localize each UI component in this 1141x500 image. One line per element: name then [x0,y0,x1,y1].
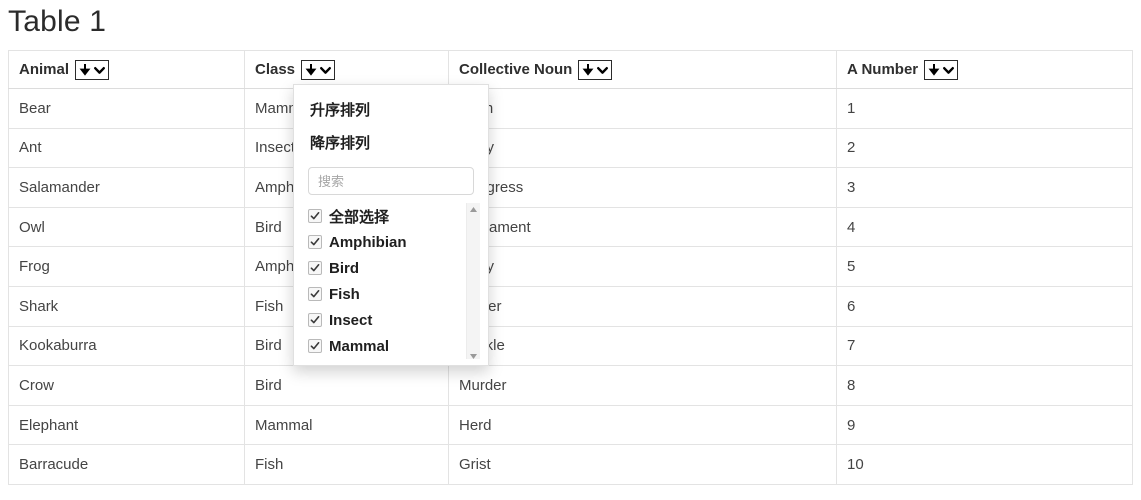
sort-filter-icon-collective-noun[interactable] [578,59,613,80]
filter-option-mammal[interactable]: Mammal [308,333,488,359]
cell-collective-noun: Murder [448,365,837,406]
cell-a-number: 2 [836,127,1133,169]
table-row: Bear Mammal Sloth 1 [8,88,1133,129]
table-row: Ant Insect Army 2 [8,127,1133,169]
sort-ascending-menu-item[interactable]: 升序排列 [294,93,488,126]
cell-collective-noun: Grist [448,444,837,485]
cell-class: Bird [244,365,449,406]
cell-animal: Barracude [8,444,245,485]
filter-option-label: 全部选择 [329,208,390,226]
column-header-a-number[interactable]: A Number [836,50,1133,89]
filter-option-insect[interactable]: Insect [308,307,488,333]
filter-search-input[interactable] [308,167,474,195]
sort-descending-menu-item[interactable]: 降序排列 [294,126,488,159]
cell-animal: Frog [8,246,245,287]
checkbox-checked-icon[interactable] [308,261,322,275]
table-header-row: Animal Class Collective Noun A Number [8,50,1133,89]
cell-animal: Elephant [8,404,245,446]
column-header-animal-label: Animal [19,61,70,78]
cell-collective-noun: Army [448,246,837,287]
cell-animal: Owl [8,206,245,248]
filter-option-label: Mammal [329,337,390,355]
filter-option-label: Insect [329,311,373,329]
filter-list-scrollbar[interactable] [466,203,480,359]
filter-option-list[interactable]: 全部选择 Amphibian Bird Fish Insect Mammal [294,203,488,359]
checkbox-checked-icon[interactable] [308,287,322,301]
sort-filter-icon-class[interactable] [301,59,336,80]
table-row: Crow Bird Murder 8 [8,365,1133,406]
cell-collective-noun: Army [448,127,837,169]
cell-class: Mammal [244,404,449,446]
column-header-collective-noun[interactable]: Collective Noun [448,50,837,89]
checkbox-checked-icon[interactable] [308,209,322,223]
cell-a-number: 3 [836,167,1133,208]
cell-collective-noun: Congress [448,167,837,208]
sort-filter-icon-a-number[interactable] [924,59,959,80]
cell-a-number: 5 [836,246,1133,287]
table-header: Animal Class Collective Noun A Number [8,50,1133,89]
cell-class: Fish [244,444,449,485]
sort-filter-icon-animal[interactable] [75,59,110,80]
table-row: Salamander Amphibian Congress 3 [8,167,1133,208]
triangle-down-icon[interactable] [467,350,480,359]
cell-collective-noun: Sloth [448,88,837,129]
cell-animal: Salamander [8,167,245,208]
column-header-collective-noun-label: Collective Noun [459,61,573,78]
cell-a-number: 4 [836,206,1133,248]
cell-a-number: 10 [836,444,1133,485]
table-row: Frog Amphibian Army 5 [8,246,1133,287]
column-header-a-number-label: A Number [847,61,919,78]
table-container: Animal Class Collective Noun A Number Be… [8,50,1133,485]
checkbox-checked-icon[interactable] [308,339,322,353]
column-filter-dropdown[interactable]: 升序排列 降序排列 全部选择 Amphibian [293,84,489,366]
table-row: Barracude Fish Grist 10 [8,444,1133,485]
column-header-class-label: Class [255,61,296,78]
cell-animal: Ant [8,127,245,169]
filter-option-bird[interactable]: Bird [308,255,488,281]
cell-a-number: 9 [836,404,1133,446]
table-row: Elephant Mammal Herd 9 [8,404,1133,446]
table-row: Shark Fish Shiver 6 [8,285,1133,327]
data-table: Animal Class Collective Noun A Number Be… [8,50,1133,485]
page-title: Table 1 [8,5,107,38]
cell-animal: Crow [8,365,245,406]
filter-search-row [294,159,488,201]
cell-collective-noun: Shiver [448,285,837,327]
cell-collective-noun: Parliament [448,206,837,248]
filter-option-label: Bird [329,259,359,277]
cell-animal: Shark [8,285,245,327]
triangle-up-icon[interactable] [467,203,480,216]
cell-a-number: 6 [836,285,1133,327]
checkbox-checked-icon[interactable] [308,313,322,327]
cell-collective-noun: Cackle [448,325,837,367]
cell-a-number: 8 [836,365,1133,406]
cell-a-number: 7 [836,325,1133,367]
table-row: Kookaburra Bird Cackle 7 [8,325,1133,367]
filter-option-fish[interactable]: Fish [308,281,488,307]
filter-option-select-all[interactable]: 全部选择 [308,203,488,229]
table-row: Owl Bird Parliament 4 [8,206,1133,248]
table-body: Bear Mammal Sloth 1 Ant Insect Army 2 Sa… [8,88,1133,485]
cell-a-number: 1 [836,88,1133,129]
filter-option-label: Amphibian [329,233,407,251]
column-header-class[interactable]: Class [244,50,449,89]
cell-collective-noun: Herd [448,404,837,446]
cell-animal: Bear [8,88,245,129]
checkbox-checked-icon[interactable] [308,235,322,249]
column-header-animal[interactable]: Animal [8,50,245,89]
filter-option-label: Fish [329,285,360,303]
cell-animal: Kookaburra [8,325,245,367]
filter-option-amphibian[interactable]: Amphibian [308,229,488,255]
